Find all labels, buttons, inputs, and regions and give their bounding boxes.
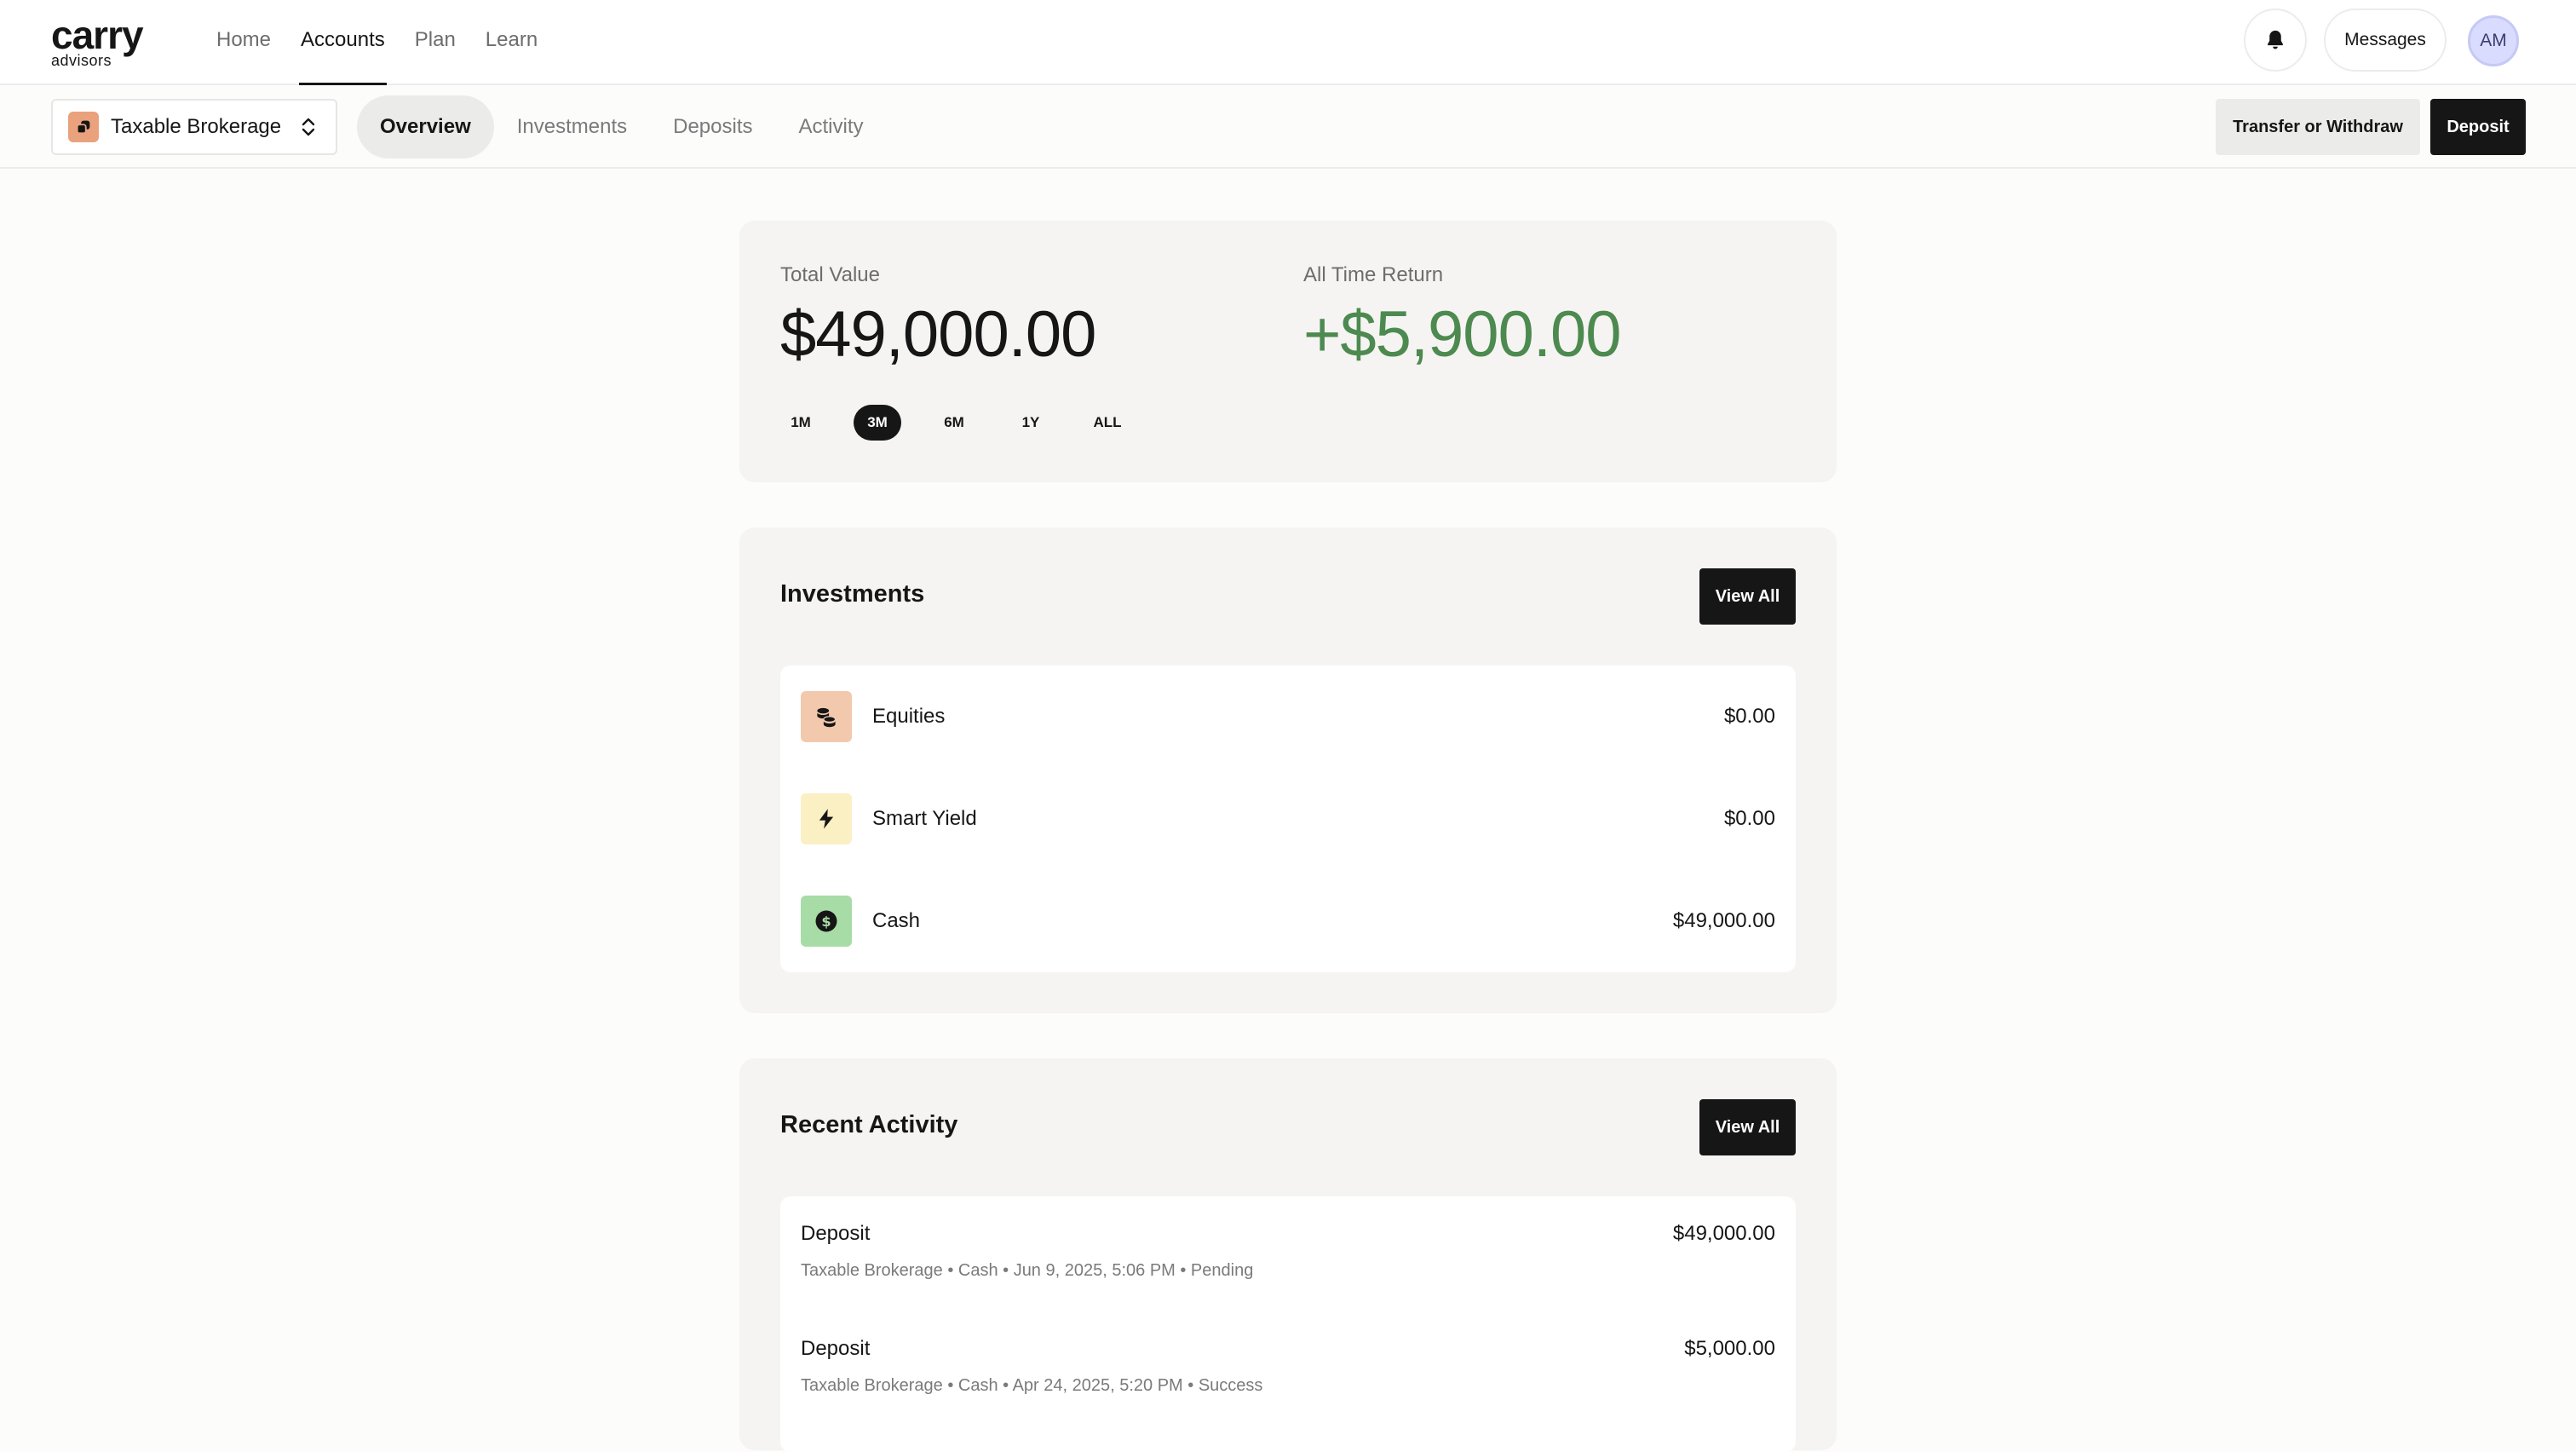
notifications-button[interactable] [2244, 9, 2307, 72]
top-nav: carry advisors Home Accounts Plan Learn … [0, 0, 2576, 85]
investment-name: Cash [872, 909, 921, 932]
activity-amount: $49,000.00 [1672, 1222, 1775, 1245]
investments-list: Equities $0.00 Smart Yield $0.00 $ Cash … [780, 666, 1796, 972]
range-6m[interactable]: 6M [930, 405, 978, 441]
recent-activity-card: Recent Activity View All Deposit Taxable… [739, 1058, 1837, 1452]
nav-link-learn[interactable]: Learn [486, 0, 538, 85]
all-time-return-amount: +$5,900.00 [1303, 298, 1621, 371]
time-range-selector: 1M 3M 6M 1Y ALL [777, 405, 1160, 441]
recent-activity-title: Recent Activity [780, 1111, 958, 1138]
nav-link-accounts[interactable]: Accounts [299, 0, 387, 85]
lightning-icon [801, 793, 852, 844]
range-3m[interactable]: 3M [854, 405, 901, 441]
nav-link-plan[interactable]: Plan [415, 0, 456, 85]
account-tabs: Overview Investments Deposits Activity [357, 95, 887, 158]
investment-amount: $0.00 [1723, 705, 1775, 728]
activity-row[interactable]: Deposit Taxable Brokerage • Cash • Jun 9… [780, 1196, 1796, 1311]
investment-row-cash[interactable]: $ Cash $49,000.00 [780, 870, 1796, 972]
main-nav: Home Accounts Plan Learn [216, 0, 567, 85]
activity-amount: $5,000.00 [1684, 1337, 1775, 1360]
activity-title: Deposit [801, 1337, 871, 1360]
investment-name: Smart Yield [872, 807, 977, 830]
range-1y[interactable]: 1Y [1007, 405, 1055, 441]
carry-logo[interactable]: carry advisors [51, 13, 144, 68]
activity-title: Deposit [801, 1222, 871, 1245]
deposit-button[interactable]: Deposit [2430, 99, 2526, 155]
dollar-icon: $ [801, 896, 852, 947]
account-summary-card: Total Value $49,000.00 All Time Return +… [739, 221, 1837, 482]
messages-button[interactable]: Messages [2324, 9, 2447, 72]
tab-investments[interactable]: Investments [494, 95, 650, 158]
chevron-up-down-icon [300, 116, 317, 138]
investment-name: Equities [872, 705, 946, 728]
tab-activity[interactable]: Activity [776, 95, 887, 158]
bell-icon [2268, 30, 2283, 49]
total-value-block: Total Value $49,000.00 [780, 263, 1096, 372]
investment-row-smart-yield[interactable]: Smart Yield $0.00 [780, 768, 1796, 870]
all-time-return-label: All Time Return [1303, 263, 1444, 286]
tab-deposits[interactable]: Deposits [650, 95, 775, 158]
investments-card: Investments View All Equities $0.00 Smar… [739, 527, 1837, 1013]
investments-title: Investments [780, 580, 925, 608]
tab-overview[interactable]: Overview [357, 95, 494, 158]
account-selector-label: Taxable Brokerage [111, 115, 282, 138]
investment-amount: $0.00 [1723, 807, 1775, 830]
activity-meta: Taxable Brokerage • Cash • Jun 9, 2025, … [801, 1261, 1254, 1280]
nav-link-home[interactable]: Home [216, 0, 271, 85]
account-selector[interactable]: Taxable Brokerage [51, 99, 337, 155]
range-1m[interactable]: 1M [777, 405, 825, 441]
brokerage-account-icon [68, 112, 99, 142]
range-all[interactable]: ALL [1084, 405, 1131, 441]
coins-icon [801, 691, 852, 742]
total-value-label: Total Value [780, 263, 880, 286]
total-value-amount: $49,000.00 [780, 298, 1096, 371]
investment-row-equities[interactable]: Equities $0.00 [780, 666, 1796, 768]
logo-wordmark: carry [51, 13, 144, 57]
svg-text:$: $ [821, 913, 831, 930]
activity-row[interactable]: Deposit Taxable Brokerage • Cash • Apr 2… [780, 1311, 1796, 1426]
activity-meta: Taxable Brokerage • Cash • Apr 24, 2025,… [801, 1376, 1263, 1395]
investment-amount: $49,000.00 [1672, 909, 1775, 932]
transfer-withdraw-button[interactable]: Transfer or Withdraw [2216, 99, 2420, 155]
activity-list: Deposit Taxable Brokerage • Cash • Jun 9… [780, 1196, 1796, 1452]
investments-view-all-button[interactable]: View All [1699, 568, 1796, 625]
all-time-return-block: All Time Return +$5,900.00 [1303, 263, 1621, 372]
user-avatar[interactable]: AM [2468, 15, 2519, 66]
activity-view-all-button[interactable]: View All [1699, 1099, 1796, 1155]
account-subnav: Taxable Brokerage Overview Investments D… [0, 85, 2576, 169]
